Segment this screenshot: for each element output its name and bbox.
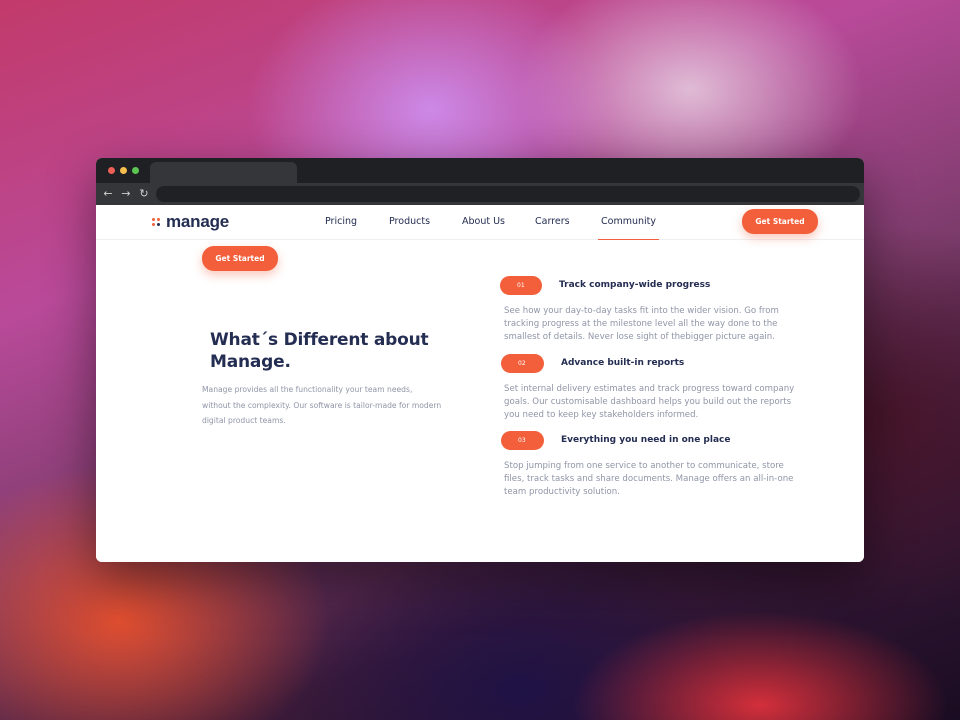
forward-arrow-icon[interactable]: → [119, 186, 133, 202]
site-header: manage Pricing Products About Us Carrers… [96, 205, 864, 240]
nav-link-community[interactable]: Community [598, 205, 659, 240]
close-window-button[interactable] [108, 167, 115, 174]
nav-link-products[interactable]: Products [389, 205, 430, 240]
feature-description: Stop jumping from one service to another… [504, 461, 794, 497]
feature-title: Track company-wide progress [559, 280, 711, 290]
reload-icon[interactable]: ↻ [137, 186, 151, 202]
browser-tab[interactable] [150, 162, 297, 183]
minimize-window-button[interactable] [120, 167, 127, 174]
browser-window: ← → ↻ manage Pricing Products About Us C… [96, 158, 864, 562]
nav-link-pricing[interactable]: Pricing [325, 205, 357, 240]
feature-number-badge: 01 [500, 276, 542, 295]
feature-title: Advance built-in reports [561, 358, 685, 368]
desktop-background: { "browser": { "url": "" }, "brand": { "… [0, 0, 960, 720]
nav-link-careers[interactable]: Carrers [535, 205, 570, 240]
logo-dots-icon [152, 217, 161, 227]
logo-wordmark: manage [166, 212, 230, 231]
url-input[interactable] [156, 186, 860, 202]
browser-toolbar: ← → ↻ [96, 183, 864, 205]
nav-link-about-us[interactable]: About Us [462, 205, 505, 240]
hero-get-started-button[interactable]: Get Started [202, 246, 278, 271]
back-arrow-icon[interactable]: ← [101, 186, 115, 202]
feature-description: See how your day-to-day tasks fit into t… [504, 306, 779, 342]
feature-number-badge: 03 [501, 431, 544, 450]
section-headline: What´s Different about Manage. [210, 330, 429, 372]
feature-title: Everything you need in one place [561, 435, 731, 445]
maximize-window-button[interactable] [132, 167, 139, 174]
section-intro: Manage provides all the functionality yo… [202, 385, 442, 425]
feature-description: Set internal delivery estimates and trac… [504, 384, 795, 420]
site-logo[interactable]: manage [152, 212, 229, 232]
header-get-started-button[interactable]: Get Started [742, 209, 818, 234]
feature-number-badge: 02 [501, 354, 544, 373]
browser-tab-bar [96, 158, 864, 183]
web-page: manage Pricing Products About Us Carrers… [96, 205, 864, 562]
